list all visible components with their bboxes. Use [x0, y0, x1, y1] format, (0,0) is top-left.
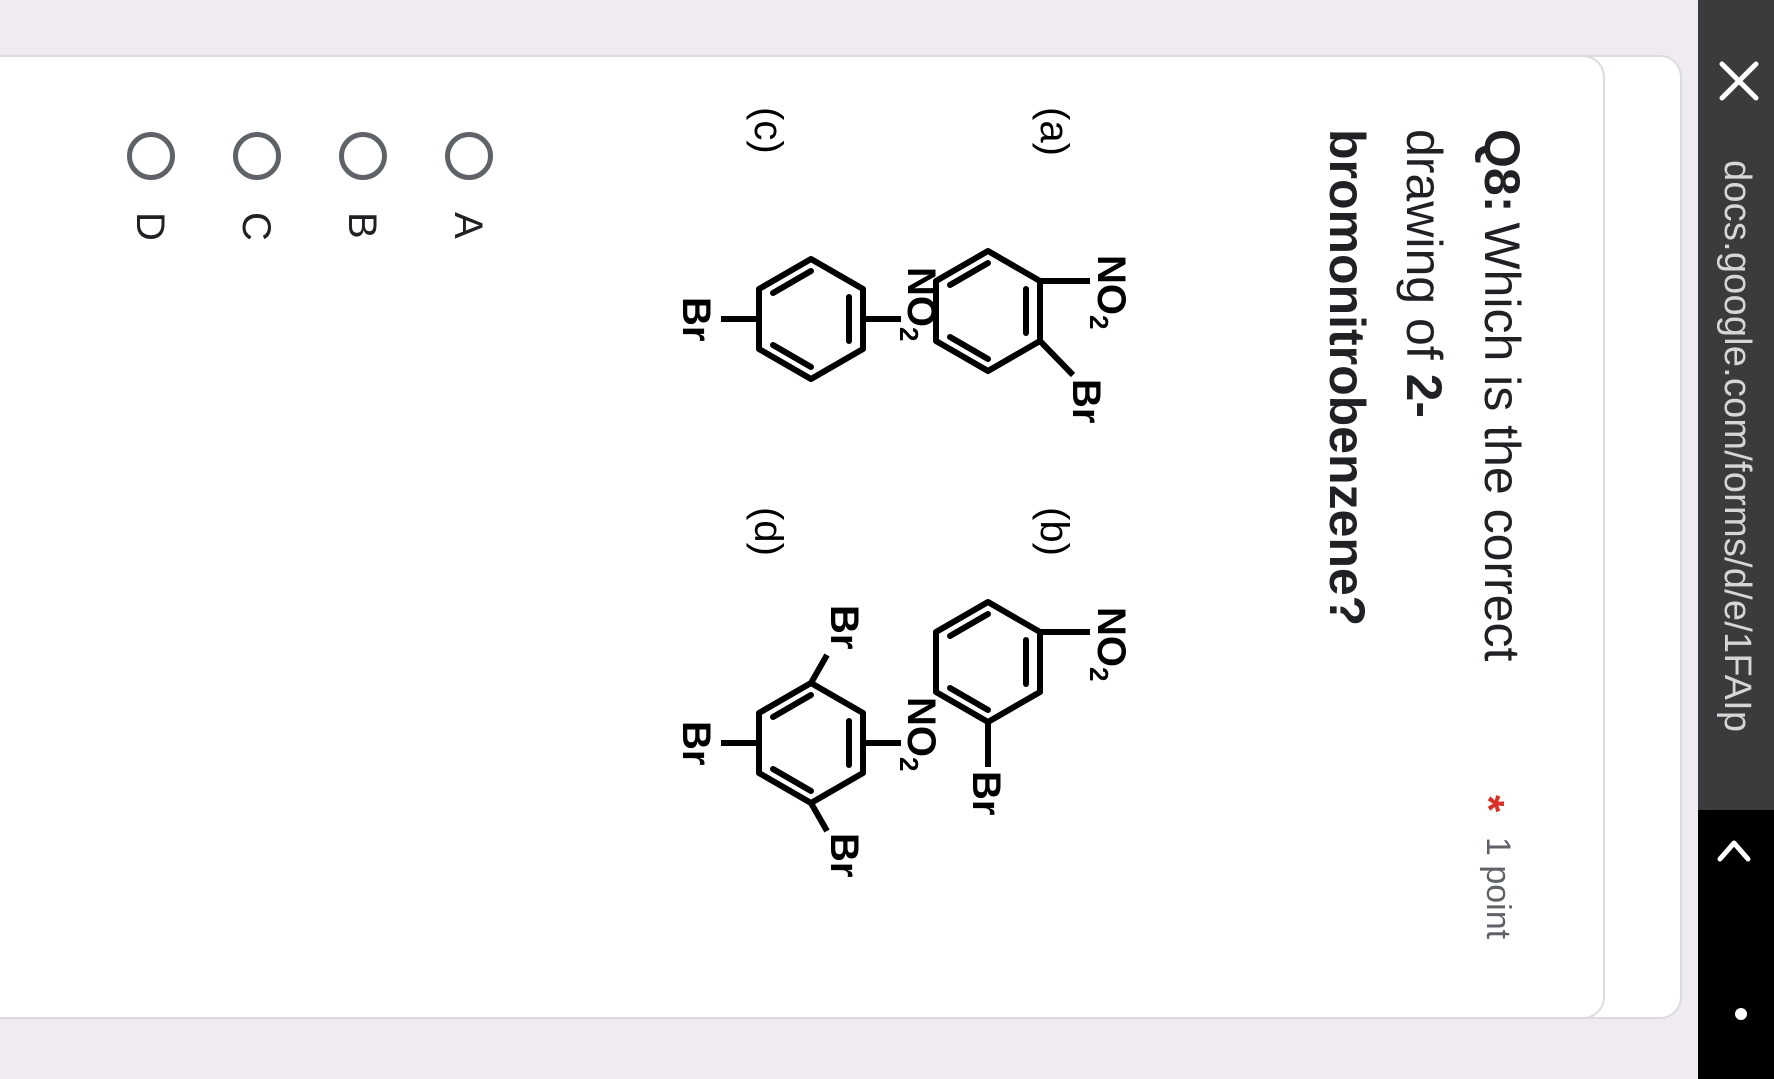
option-b-label[interactable]: B	[339, 212, 384, 239]
br-label-d-right: Br	[822, 833, 866, 877]
structures-image: (a) NO2 Br (b) NO2 Br (c) NO2 Br (d) NO2…	[674, 107, 1133, 877]
radio-d[interactable]	[127, 132, 175, 180]
question-title: Q8: Which is the correct	[1471, 129, 1531, 949]
option-d-label[interactable]: D	[127, 212, 172, 241]
question-text: Which is the correct	[1474, 222, 1530, 662]
nav-dot-icon	[1735, 1008, 1747, 1020]
no2-label-b: NO2	[1084, 607, 1133, 681]
question-text-line3: bromonitrobenzene?	[1319, 129, 1375, 627]
structure-d: (d) NO2 Br Br Br	[674, 507, 943, 877]
close-icon[interactable]	[1716, 58, 1762, 104]
structure-c: (c) NO2 Br	[674, 107, 943, 382]
br-label-d-left: Br	[822, 605, 866, 649]
br-label-c: Br	[674, 297, 718, 341]
back-icon[interactable]	[1714, 831, 1754, 871]
label-d: (d)	[746, 507, 790, 556]
br-label-d-bottom: Br	[674, 721, 718, 765]
question-number: Q8:	[1474, 129, 1530, 213]
structure-a: (a) NO2 Br	[933, 107, 1133, 423]
points-label: 1 point	[1479, 837, 1517, 940]
radio-a[interactable]	[445, 132, 493, 180]
screen: docs.google.com/forms/d/e/1FAIp Q8: Which…	[0, 0, 1774, 1079]
option-a-label[interactable]: A	[445, 212, 490, 239]
label-c: (c)	[746, 107, 790, 154]
label-b: (b)	[1032, 507, 1076, 556]
rotated-page: docs.google.com/forms/d/e/1FAIp Q8: Which…	[0, 0, 1774, 1079]
question-card: Q8: Which is the correct * 1 point drawin…	[0, 55, 1605, 1019]
no2-label-a: NO2	[1084, 255, 1133, 329]
br-label-b: Br	[964, 771, 1008, 815]
question-text-prefix: drawing of	[1396, 129, 1452, 374]
url-text[interactable]: docs.google.com/forms/d/e/1FAIp	[1715, 160, 1758, 732]
option-c-label[interactable]: C	[233, 212, 278, 241]
radio-c[interactable]	[233, 132, 281, 180]
label-a: (a)	[1032, 107, 1076, 156]
no2-label-d: NO2	[894, 697, 943, 771]
question-text-bold: 2-	[1396, 373, 1452, 419]
br-label-a: Br	[1064, 379, 1108, 423]
required-asterisk: *	[1464, 795, 1513, 813]
radio-b[interactable]	[339, 132, 387, 180]
address-bar[interactable]: docs.google.com/forms/d/e/1FAIp	[1698, 0, 1774, 810]
question-text-line2: drawing of 2-	[1395, 129, 1453, 418]
structure-b: (b) NO2 Br	[933, 507, 1133, 815]
system-nav-bar	[1698, 810, 1774, 1079]
